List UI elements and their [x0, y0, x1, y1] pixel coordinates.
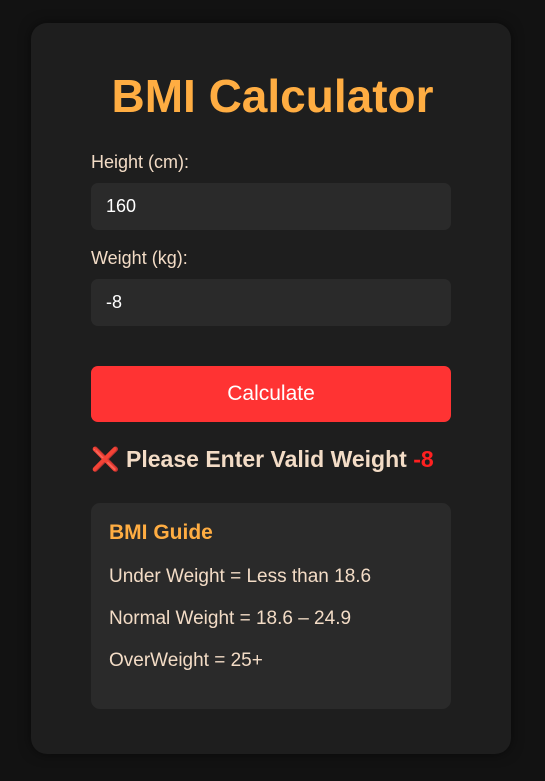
weight-input[interactable] [91, 279, 451, 326]
result-value: -8 [413, 446, 434, 472]
weight-label: Weight (kg): [91, 248, 188, 268]
height-input[interactable] [91, 183, 451, 230]
guide-item-underweight: Under Weight = Less than 18.6 [109, 566, 372, 587]
error-icon: ❌ [91, 446, 120, 472]
bmi-guide-panel: BMI Guide Under Weight = Less than 18.6 … [91, 503, 451, 709]
result-message: ❌ Please Enter Valid Weight -8 [91, 444, 471, 474]
guide-item-normal: Normal Weight = 18.6 – 24.9 [109, 608, 352, 629]
guide-item-overweight: OverWeight = 25+ [109, 650, 263, 671]
guide-title: BMI Guide [109, 521, 213, 544]
page-title: BMI Calculator [111, 70, 434, 122]
result-text: Please Enter Valid Weight [126, 446, 407, 472]
calculate-button[interactable]: Calculate [91, 366, 451, 422]
height-label: Height (cm): [91, 152, 190, 172]
